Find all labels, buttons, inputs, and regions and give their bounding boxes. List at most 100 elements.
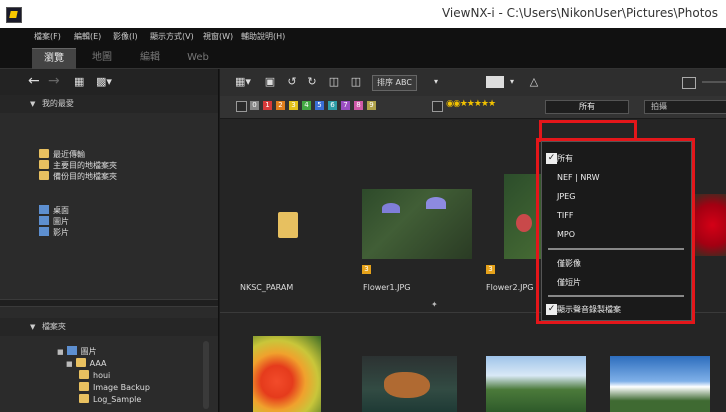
expand-icon: ■ — [66, 360, 73, 368]
tab-web[interactable]: Web — [176, 48, 220, 68]
title-bar: ViewNX-i - C:\Users\NikonUser\Pictures\P… — [0, 0, 726, 29]
photo-thumbnail[interactable] — [362, 189, 472, 259]
thumbnail-label: Flower1.JPG — [363, 283, 411, 292]
collapse-icon: ▼ — [30, 323, 36, 331]
navigation-panel: ← → ▦ ▩▾ ▼ 我的最愛 最近傳輸 主要目的地檔案夾 備份目的地檔案夾 桌… — [0, 69, 219, 412]
shortcut-item[interactable]: 圖片 — [39, 216, 69, 227]
tree-node[interactable]: ■ AAA — [66, 358, 107, 368]
label-swatch[interactable]: 3 — [289, 101, 298, 110]
photo-thumbnail[interactable] — [610, 356, 710, 412]
tree-node[interactable]: Image Backup — [79, 382, 150, 392]
menu-view[interactable]: 顯示方式(V) — [150, 31, 194, 42]
app-icon — [6, 7, 22, 23]
rotate-left-icon[interactable]: ↺ — [284, 74, 300, 90]
photo-thumbnail[interactable] — [253, 336, 321, 412]
photo-thumbnail[interactable] — [486, 356, 586, 412]
menu-bar: 檔案(F) 編輯(E) 影像(I) 顯示方式(V) 視窗(W) 輔助說明(H) — [0, 28, 726, 48]
secondary-filter[interactable]: 拍攝 — [644, 100, 726, 114]
panel-divider[interactable] — [0, 299, 218, 307]
rotate-right-icon[interactable]: ↻ — [304, 74, 320, 90]
rating-filter-checkbox[interactable] — [432, 101, 443, 112]
menu-help[interactable]: 輔助說明(H) — [241, 31, 285, 42]
display-size-dropdown-icon[interactable]: ▾ — [506, 74, 518, 90]
photo-thumbnail[interactable] — [362, 356, 457, 412]
tab-map[interactable]: 地圖 — [80, 48, 124, 68]
viewer-icon[interactable]: ▣ — [262, 74, 278, 90]
view-toggle-icon[interactable]: ▦ — [74, 75, 84, 88]
folders-title: 檔案夾 — [41, 322, 66, 331]
folder-icon — [39, 160, 49, 169]
desktop-icon — [39, 205, 49, 214]
rating-stars-icon[interactable]: ◉◉★★★★★ — [446, 99, 496, 109]
main-toolbar: ▦▾ ▣ ↺ ↻ ◫ ◫ 排序 ABC ▾ ▾ △ — [220, 69, 726, 97]
lily-flower — [382, 203, 400, 213]
favorites-section-header[interactable]: ▼ 我的最愛 — [0, 95, 218, 113]
favorite-item[interactable]: 備份目的地檔案夾 — [39, 171, 117, 182]
label-swatch[interactable]: 0 — [250, 101, 259, 110]
videos-icon — [39, 227, 49, 236]
favorite-item[interactable]: 最近傳輸 — [39, 149, 85, 160]
lily-flower — [426, 197, 446, 209]
menu-window[interactable]: 視窗(W) — [203, 31, 233, 42]
label-swatch[interactable]: 8 — [354, 101, 363, 110]
tree-scrollbar[interactable] — [203, 341, 209, 409]
folder-thumbnail-icon[interactable] — [278, 212, 298, 238]
tree-node[interactable]: houi — [79, 370, 110, 380]
folders-section-header[interactable]: ▼ 檔案夾 — [0, 318, 218, 336]
label-swatch[interactable]: 5 — [315, 101, 324, 110]
forward-arrow-icon[interactable]: → — [48, 73, 60, 89]
menu-file[interactable]: 檔案(F) — [34, 31, 61, 42]
label-tag-icon: 3 — [486, 265, 495, 274]
stack-icon[interactable]: ◫ — [326, 74, 342, 90]
folder-icon — [66, 346, 77, 355]
label-swatch[interactable]: 9 — [367, 101, 376, 110]
label-swatches: 0123456789 — [250, 101, 400, 112]
folder-icon — [79, 394, 89, 403]
tree-node[interactable]: ■ 圖片 — [57, 346, 97, 357]
back-arrow-icon[interactable]: ← — [28, 73, 40, 89]
workspace-tabs: 瀏覽 地圖 編輯 Web — [0, 48, 726, 69]
pictures-icon — [39, 216, 49, 225]
dropdown-highlight-box — [536, 138, 695, 324]
label-filter-checkbox[interactable] — [236, 101, 247, 112]
label-tag-icon: 3 — [362, 265, 371, 274]
thumbnail-label: Flower2.JPG — [486, 283, 534, 292]
thumbnail-grid-icon[interactable]: ▦▾ — [232, 74, 254, 90]
label-swatch[interactable]: 2 — [276, 101, 285, 110]
collapse-icon: ▼ — [30, 100, 36, 108]
folder-icon — [39, 149, 49, 158]
file-type-filter[interactable]: 所有 — [545, 100, 629, 114]
panel-toggle-icon[interactable] — [682, 77, 696, 89]
folder-icon — [39, 171, 49, 180]
tree-node[interactable]: Log_Sample — [79, 394, 141, 404]
layout-menu-icon[interactable]: ▩▾ — [96, 75, 112, 88]
shortcut-item[interactable]: 影片 — [39, 227, 69, 238]
folder-icon — [79, 382, 89, 391]
tab-edit[interactable]: 編輯 — [128, 48, 172, 68]
menu-image[interactable]: 影像(I) — [113, 31, 138, 42]
gps-icon: ✦ — [431, 300, 438, 309]
duck-shape — [384, 372, 430, 398]
tab-browse[interactable]: 瀏覽 — [32, 48, 76, 69]
label-swatch[interactable]: 7 — [341, 101, 350, 110]
sort-dropdown-icon[interactable]: ▾ — [430, 74, 442, 90]
sort-button[interactable]: 排序 ABC — [372, 75, 417, 91]
thumbnail-label: NKSC_PARAM — [240, 283, 294, 292]
warning-icon[interactable]: △ — [526, 74, 542, 90]
nav-toolbar: ← → ▦ ▩▾ — [0, 69, 218, 96]
display-size-button[interactable] — [486, 76, 504, 88]
window-title: ViewNX-i - C:\Users\NikonUser\Pictures\P… — [441, 6, 718, 20]
zoom-slider[interactable] — [702, 81, 726, 83]
filter-toolbar: 0123456789 ◉◉★★★★★ 所有 拍攝 — [220, 96, 726, 119]
photo-thumbnail[interactable] — [692, 194, 726, 256]
menu-edit[interactable]: 編輯(E) — [74, 31, 101, 42]
expand-icon: ■ — [57, 348, 64, 356]
folder-icon — [75, 358, 86, 367]
label-swatch[interactable]: 1 — [263, 101, 272, 110]
shortcut-item[interactable]: 桌面 — [39, 205, 69, 216]
label-swatch[interactable]: 4 — [302, 101, 311, 110]
favorite-item[interactable]: 主要目的地檔案夾 — [39, 160, 117, 171]
label-swatch[interactable]: 6 — [328, 101, 337, 110]
flower-red — [516, 214, 532, 232]
compare-icon[interactable]: ◫ — [348, 74, 364, 90]
